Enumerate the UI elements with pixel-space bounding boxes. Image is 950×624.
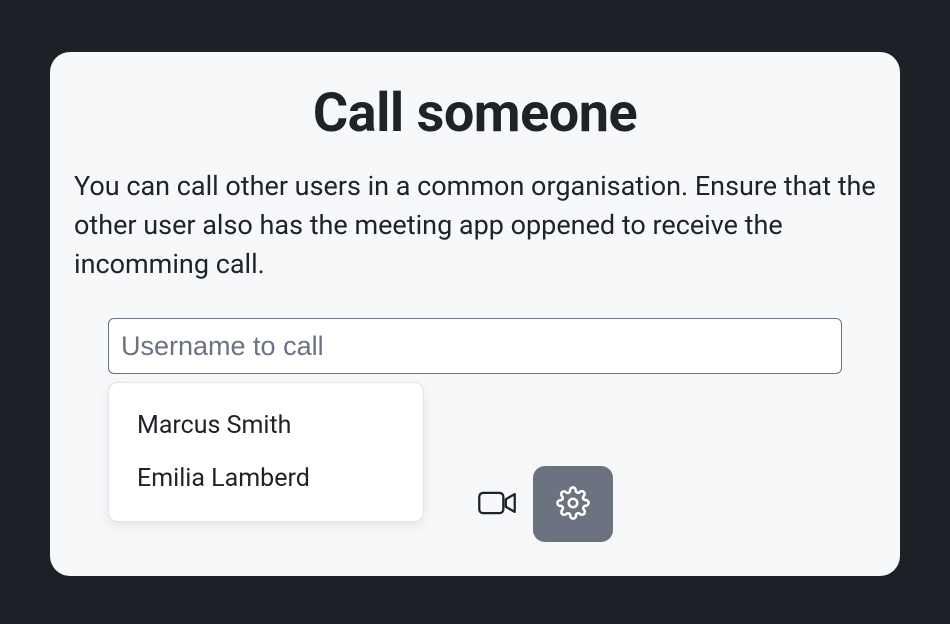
- gear-icon: [556, 486, 590, 523]
- suggestion-item[interactable]: Marcus Smith: [109, 399, 423, 452]
- dialog-title: Call someone: [74, 82, 876, 145]
- video-toggle-button[interactable]: [477, 484, 517, 524]
- call-dialog: Call someone You can call other users in…: [50, 52, 900, 576]
- video-icon: [478, 489, 516, 520]
- username-suggestions-dropdown: Marcus Smith Emilia Lamberd: [108, 382, 424, 522]
- suggestion-item[interactable]: Emilia Lamberd: [109, 452, 423, 505]
- username-input-row: Marcus Smith Emilia Lamberd: [74, 318, 876, 374]
- settings-button[interactable]: [533, 466, 613, 542]
- username-input[interactable]: [108, 318, 842, 374]
- right-controls: [477, 466, 613, 542]
- dialog-description: You can call other users in a common org…: [74, 167, 876, 284]
